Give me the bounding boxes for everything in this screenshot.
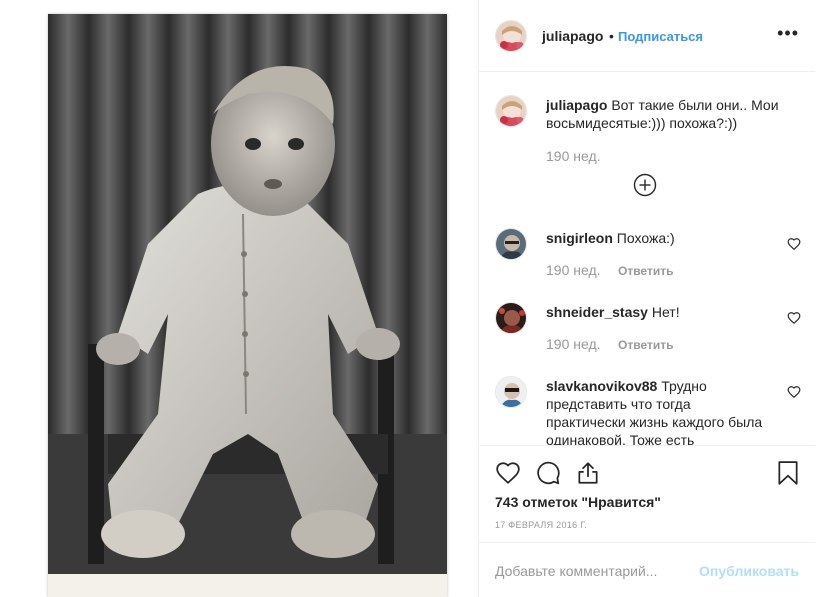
comment-text: Нет! <box>651 304 680 320</box>
comment-item: slavkanovikov88 Трудно представить что т… <box>495 376 801 445</box>
post-date[interactable]: 17 ФЕВРАЛЯ 2016 Г. <box>495 520 587 530</box>
comment-avatar[interactable] <box>495 228 527 260</box>
caption-username[interactable]: juliapago <box>546 97 607 113</box>
comments-list[interactable]: juliapago Вот такие были они.. Мои восьм… <box>479 73 815 445</box>
comment-avatar[interactable] <box>495 302 527 334</box>
comment-item: shneider_stasy Нет! 190 нед. Ответить <box>495 302 801 366</box>
small-heart-icon[interactable] <box>787 237 801 251</box>
caption: juliapago Вот такие были они.. Мои восьм… <box>495 95 795 165</box>
author-avatar[interactable] <box>495 20 527 52</box>
reply-button[interactable]: Ответить <box>618 338 673 352</box>
comment-body: shneider_stasy Нет! <box>546 303 768 321</box>
more-options-icon[interactable]: ••• <box>777 24 799 42</box>
follow-button[interactable]: Подписаться <box>618 29 703 44</box>
comment-item: snigirleon Похожа:) 190 нед. Ответить <box>495 228 801 292</box>
comment-age[interactable]: 190 нед. <box>546 262 601 278</box>
comment-body: snigirleon Похожа:) <box>546 229 768 247</box>
caption-body: juliapago Вот такие были они.. Мои восьм… <box>546 96 786 132</box>
heart-icon[interactable] <box>495 460 521 486</box>
post-media <box>0 0 478 597</box>
caption-avatar[interactable] <box>495 95 527 127</box>
post-header: juliapago • Подписаться ••• <box>479 0 815 72</box>
add-comment-row: Опубликовать <box>479 542 815 596</box>
likes-count[interactable]: 743 отметок "Нравится" <box>495 494 661 510</box>
author-username[interactable]: juliapago <box>542 28 603 44</box>
comment-icon[interactable] <box>535 460 561 486</box>
comment-avatar[interactable] <box>495 376 527 408</box>
post-sidebar: juliapago • Подписаться ••• juliapago Во… <box>478 0 815 597</box>
small-heart-icon[interactable] <box>787 311 801 325</box>
comment-username[interactable]: shneider_stasy <box>546 304 648 320</box>
comment-body: slavkanovikov88 Трудно представить что т… <box>546 377 768 445</box>
caption-age[interactable]: 190 нед. <box>546 148 601 164</box>
publish-button[interactable]: Опубликовать <box>699 563 799 579</box>
post-photo[interactable] <box>48 14 447 597</box>
share-icon[interactable] <box>575 460 601 486</box>
comment-text: Похожа:) <box>616 230 675 246</box>
comment-username[interactable]: snigirleon <box>546 230 613 246</box>
reply-button[interactable]: Ответить <box>618 264 673 278</box>
comment-input[interactable] <box>495 561 695 581</box>
post-actions: 743 отметок "Нравится" 17 ФЕВРАЛЯ 2016 Г… <box>479 445 815 595</box>
comment-username[interactable]: slavkanovikov88 <box>546 378 657 394</box>
baby-photo-illustration <box>48 14 447 597</box>
bookmark-icon[interactable] <box>775 460 801 486</box>
load-more-comments-icon[interactable] <box>633 173 657 197</box>
small-heart-icon[interactable] <box>787 385 801 399</box>
header-separator: • <box>609 28 614 44</box>
comment-age[interactable]: 190 нед. <box>546 336 601 352</box>
